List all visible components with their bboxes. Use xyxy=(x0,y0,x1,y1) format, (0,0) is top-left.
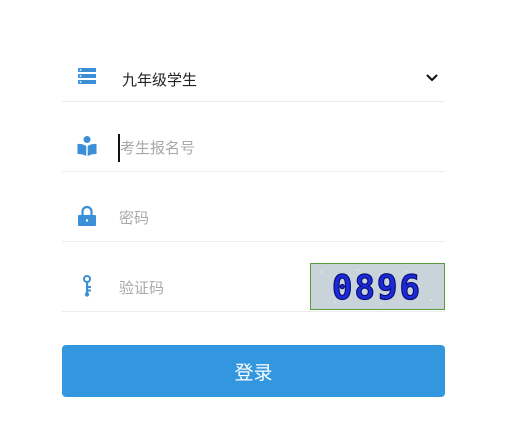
grade-select-value: 九年级学生 xyxy=(122,71,198,89)
username-row xyxy=(62,101,445,172)
login-button[interactable]: 登录 xyxy=(62,345,445,397)
password-row xyxy=(62,171,445,242)
grade-select[interactable]: 九年级学生 xyxy=(62,31,445,102)
chevron-down-icon[interactable] xyxy=(425,71,439,85)
captcha-text: 0896 xyxy=(332,268,422,308)
key-icon xyxy=(76,275,98,297)
username-input[interactable] xyxy=(118,134,310,162)
captcha-input[interactable] xyxy=(118,274,309,302)
captcha-image[interactable]: 0896 xyxy=(310,263,445,310)
list-icon xyxy=(76,65,98,87)
lock-icon xyxy=(76,205,98,227)
reader-icon xyxy=(76,135,98,157)
password-input[interactable] xyxy=(118,204,309,232)
captcha-row: 0896 xyxy=(62,241,445,312)
